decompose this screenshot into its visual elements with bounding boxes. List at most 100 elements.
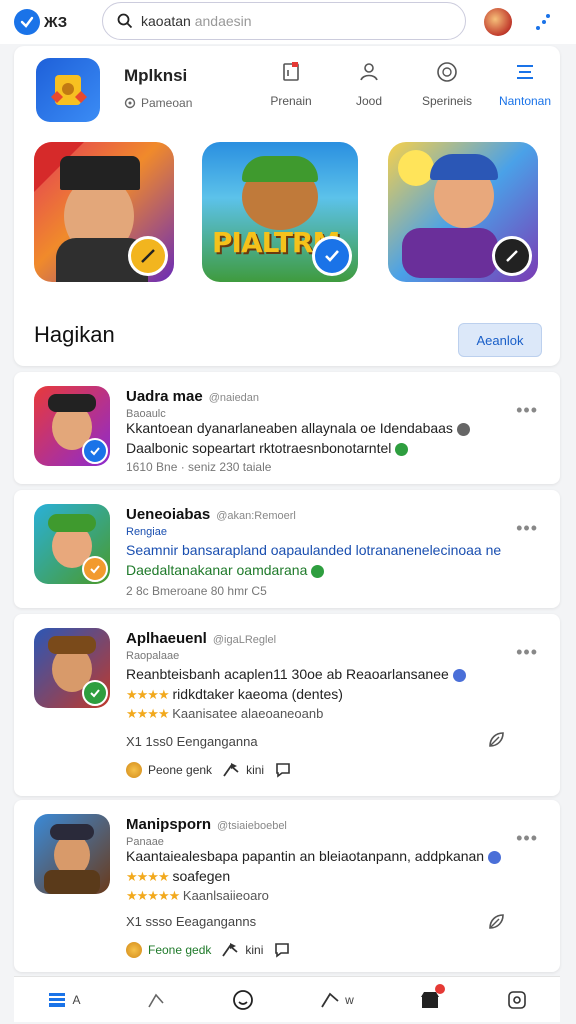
verified-icon [452,668,466,682]
item-title: Ueneoiabas [126,506,211,523]
brand-check-icon[interactable] [14,9,40,35]
person-icon [360,63,378,81]
item-actions: Feone gedk kini [126,942,291,958]
item-line-2: soafegen [172,868,231,884]
verified-icon [456,422,470,436]
clock-icon [437,62,457,82]
comment-icon[interactable] [273,942,291,958]
nav-smile[interactable] [232,989,254,1011]
item-actions: Peone genk kini [126,762,292,778]
leaf-icon[interactable] [486,730,506,750]
item-subtitle: Panaae [126,836,164,848]
tab-nantonan[interactable]: Nantonan [486,60,564,108]
nav-share[interactable] [145,989,167,1011]
item-handle[interactable]: @igaLReglel [213,634,276,646]
app-subtitle-text: Pameoan [141,96,193,110]
nav-store[interactable] [419,983,445,1011]
tab-label: Jood [355,94,383,108]
item-line-3: Kaanlsaiieoaro [182,888,269,903]
more-options-icon[interactable]: ••• [516,400,538,421]
more-options-icon[interactable]: ••• [516,518,538,539]
list-item[interactable]: Manipsporn @tsiaieboebel Panaae Kaantaiea… [14,800,560,972]
menu-dots-icon[interactable] [532,12,552,32]
tab-label: Prenain [270,94,312,108]
react-button[interactable]: Peone genk [126,762,212,778]
more-options-icon[interactable]: ••• [516,642,538,663]
featured-carousel: PIALTRM [34,142,554,282]
react-label: Peone genk [148,763,213,777]
game-thumbnail[interactable] [34,504,110,584]
comment-icon[interactable] [274,762,292,778]
coin-icon [126,762,142,778]
item-meta: 2 8c Bmeroane 80 hmr C5 [126,584,267,598]
avatar[interactable] [484,8,512,36]
item-title: Manipsporn [126,816,211,833]
search-placeholder: andaesin [194,13,252,29]
nav-library[interactable]: A [46,989,80,1011]
item-handle[interactable]: @naiedan [209,392,259,404]
nav-settings[interactable] [506,989,528,1011]
item-subtitle: Raopalaae [126,650,180,662]
react-label: Feone gedk [148,943,212,957]
notification-badge [434,983,445,994]
list-item[interactable]: Ueneoiabas @akan:Remoerl Rengiae Seamnir … [14,490,560,608]
verified-icon [395,442,409,456]
app-name: Mplknsi [124,66,188,85]
nav-label: w [345,992,354,1007]
tab-jood[interactable]: Jood [330,60,408,108]
item-meta: 1610 Bne · seniz 230 taiale [126,460,272,474]
tab-prenain[interactable]: Prenain [252,60,330,108]
section-title: Hagikan [34,322,115,347]
check-icon [312,236,352,276]
item-line-1: Kaantaiealesbapa papantin an bleiaotanpa… [126,848,485,864]
item-line-2: Daalbonic sopeartart rktotraesnbonotarnt… [126,440,392,456]
more-options-icon[interactable]: ••• [516,828,538,849]
star-rating-icon: ★★★★ [126,869,170,884]
link-icon [492,236,532,276]
game-thumbnail[interactable] [34,814,110,894]
featured-game-3[interactable] [388,142,538,282]
item-meta: X1 1ss0 Eenganganna [126,734,258,749]
smile-icon [233,989,254,1010]
search-value: kaoatan [141,13,191,29]
leaf-icon[interactable] [486,912,506,932]
library-icon [49,992,66,1007]
app-icon[interactable] [36,58,100,122]
pencil-icon [128,236,168,276]
item-meta: X1 ssso Eeaganganns [126,914,257,929]
item-subtitle: Baoaulc [126,408,166,420]
star-rating-icon: ★★★★ [126,706,170,721]
section-button[interactable]: Aeanlok [458,323,542,357]
header-tabs: Prenain Jood Sperineis Nantonan [252,60,564,108]
item-line-2: ridkdtaker kaeoma (dentes) [172,686,343,702]
check-icon [82,680,108,706]
react-button[interactable]: Feone gedk [126,942,211,958]
share-arrow-icon [223,763,239,777]
check-icon [82,438,108,464]
list-item[interactable]: Uadra mae @naiedan Baoaulc Kkantoean dyan… [14,372,560,484]
item-title: Uadra mae [126,388,203,405]
star-rating-icon: ★★★★★ [126,888,180,903]
item-line-2: Daedaltanakanar oamdarana [126,562,308,578]
nav-send[interactable]: w [319,989,354,1011]
search-input[interactable]: kaoatan andaesin [102,2,466,40]
featured-game-1[interactable] [34,142,174,282]
item-handle[interactable]: @akan:Remoerl [216,510,296,522]
brand-label: ЖЗ [44,13,68,31]
share-button[interactable]: kini [222,762,264,778]
tab-label: Sperineis [421,94,473,108]
bottom-nav: A w [14,976,560,1022]
list-item[interactable]: Aplhaeuenl @igaLReglel Raopalaae Reanbtei… [14,614,560,796]
item-line-3: Kaanisatee alaeoaneoanb [172,706,324,721]
star-rating-icon: ★★★★ [126,687,170,702]
game-thumbnail[interactable] [34,628,110,708]
share-button[interactable]: kini [221,942,263,958]
featured-game-2[interactable]: PIALTRM [202,142,358,282]
game-thumbnail[interactable] [34,386,110,466]
item-line-1: Seamnir bansarapland oapaulanded lotrana… [126,542,502,558]
item-handle[interactable]: @tsiaieboebel [217,820,287,832]
tab-sperineis[interactable]: Sperineis [408,60,486,108]
verified-icon [488,850,502,864]
item-line-1: Kkantoean dyanarlaneaben allaynala oe Id… [126,420,453,436]
coin-icon [126,942,142,958]
